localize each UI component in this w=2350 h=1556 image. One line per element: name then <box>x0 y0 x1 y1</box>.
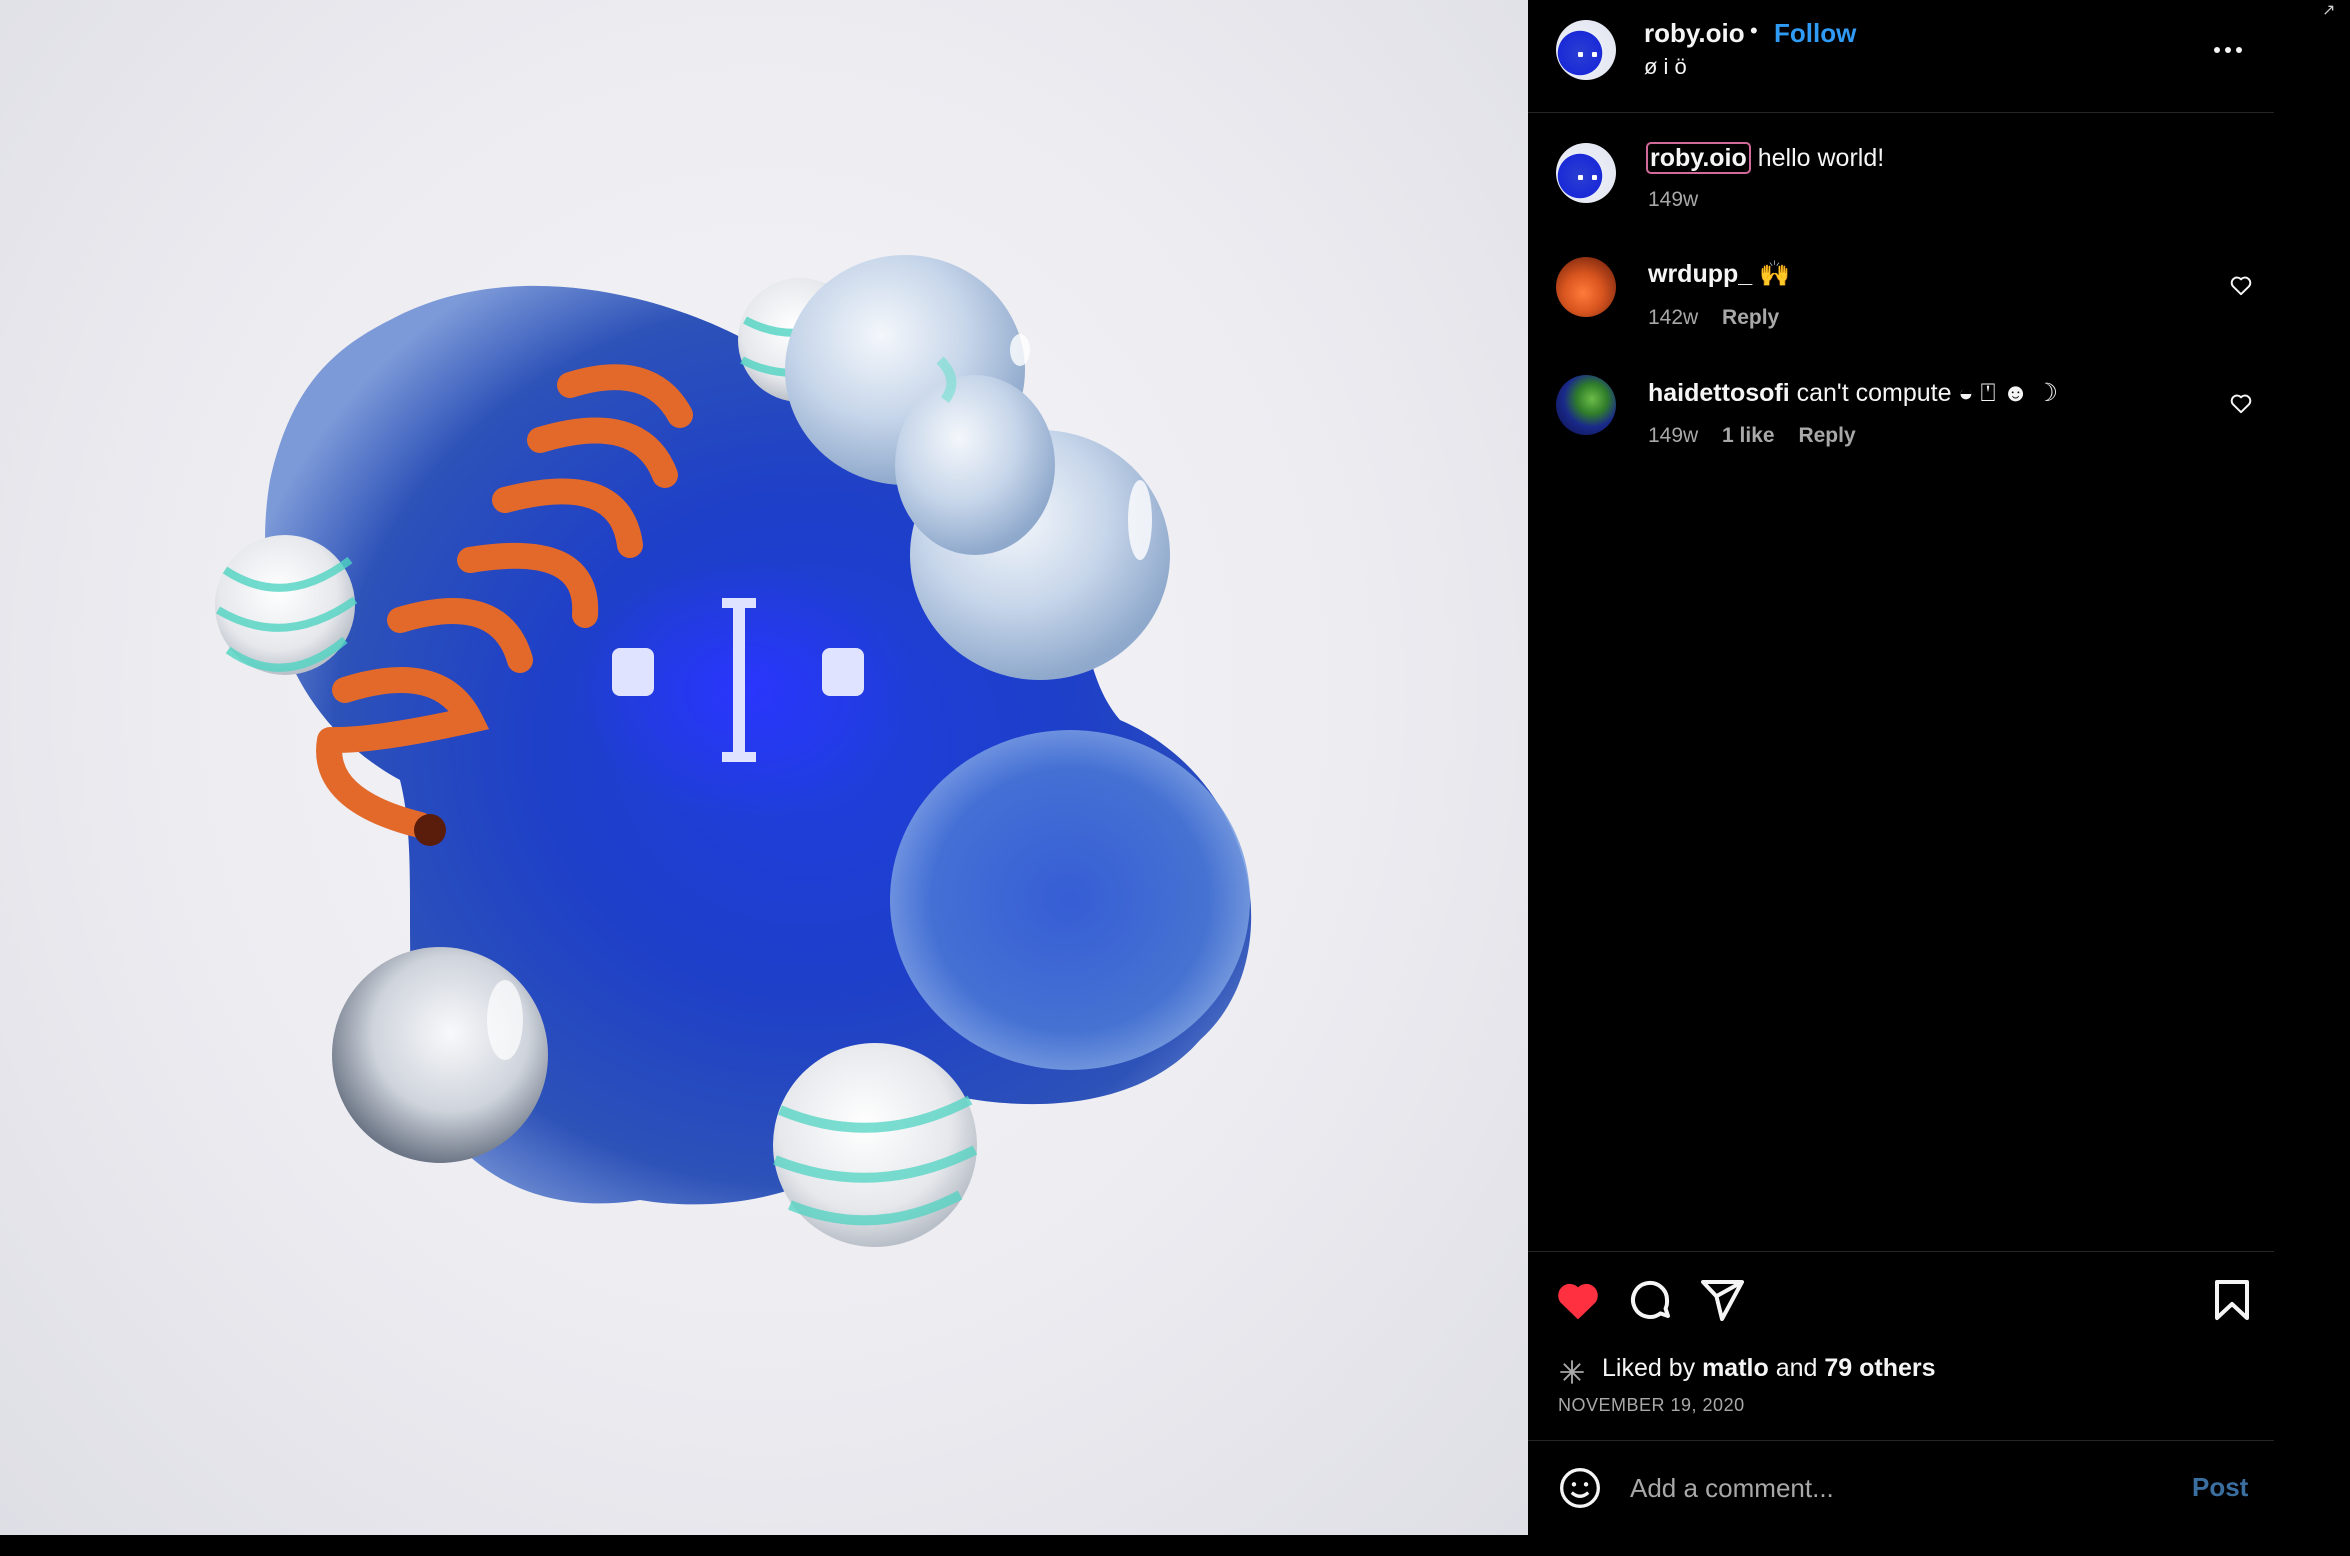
comment-likes[interactable]: 1 like <box>1722 424 1775 447</box>
caption-line: roby.oio hello world! <box>1646 142 1885 174</box>
liked-by-and: and <box>1775 1354 1818 1382</box>
comment-icon[interactable] <box>1626 1276 1674 1324</box>
comment-avatar[interactable] <box>1556 257 1616 317</box>
post-date[interactable]: NOVEMBER 19, 2020 <box>1558 1395 1745 1416</box>
header-separator: • <box>1750 18 1758 43</box>
liked-by-prefix: Liked by <box>1602 1354 1696 1382</box>
follow-button[interactable]: Follow <box>1774 18 1856 49</box>
caption-text: hello world! <box>1757 144 1885 172</box>
header-subtitle: ø i ö <box>1644 54 1687 79</box>
post-image[interactable] <box>0 0 1528 1535</box>
reply-button[interactable]: Reply <box>1798 424 1855 447</box>
caption-time[interactable]: 149w <box>1648 188 1698 211</box>
corner-arrow-icon: ↗ <box>2322 2 2336 19</box>
blob-character-illustration <box>215 255 1252 1247</box>
liked-by-others[interactable]: 79 others <box>1824 1354 1935 1382</box>
comment-time[interactable]: 142w <box>1648 306 1698 329</box>
actions-divider <box>1528 1251 2274 1252</box>
heart-filled-icon[interactable] <box>1554 1276 1602 1324</box>
striped-ball-bottom <box>773 1043 978 1247</box>
striped-ball-left <box>215 535 358 675</box>
header-username[interactable]: roby.oio <box>1644 18 1745 49</box>
bottom-strip <box>0 1535 2350 1556</box>
post-button[interactable]: Post <box>2192 1472 2248 1503</box>
comment-text: 🙌 <box>1759 260 1791 288</box>
comment-meta: 142w Reply <box>1648 306 1797 330</box>
smiley-icon[interactable] <box>1558 1466 1602 1510</box>
bookmark-icon[interactable] <box>2208 1276 2256 1324</box>
header-avatar[interactable] <box>1556 20 1616 80</box>
header-divider <box>1528 112 2274 113</box>
add-comment-input[interactable] <box>1628 1470 2152 1506</box>
comment-username[interactable]: wrdupp_ <box>1648 260 1752 288</box>
comment-box-divider <box>1528 1440 2274 1441</box>
reply-button[interactable]: Reply <box>1722 306 1779 329</box>
heart-outline-icon[interactable] <box>2228 390 2254 416</box>
send-icon[interactable] <box>1698 1276 1746 1324</box>
liked-by-user[interactable]: matlo <box>1702 1354 1769 1382</box>
caption-username[interactable]: roby.oio <box>1646 142 1751 174</box>
caption-avatar[interactable] <box>1556 143 1616 203</box>
comment-meta: 149w 1 like Reply <box>1648 424 1874 448</box>
post-side-panel: roby.oio • Follow ø i ö roby.oio hello w… <box>1528 0 2274 1535</box>
more-horizontal-icon[interactable] <box>2208 30 2248 70</box>
comment-line: wrdupp_ 🙌 <box>1648 260 1790 289</box>
comment-time[interactable]: 149w <box>1648 424 1698 447</box>
heart-outline-icon[interactable] <box>2228 272 2254 298</box>
comment-username[interactable]: haidettosofi <box>1648 379 1790 407</box>
comment-avatar[interactable] <box>1556 375 1616 435</box>
comment-line: haidettosofi can't compute ◒ ⍞ ☻ ☽ <box>1648 378 2058 408</box>
comment-text: can't compute ◒ ⍞ ☻ ☽ <box>1796 379 2059 407</box>
caption-meta: 149w <box>1648 188 1716 212</box>
sparkle-icon <box>1560 1360 1584 1384</box>
liked-by: Liked by matlo and 79 others <box>1602 1354 1936 1383</box>
